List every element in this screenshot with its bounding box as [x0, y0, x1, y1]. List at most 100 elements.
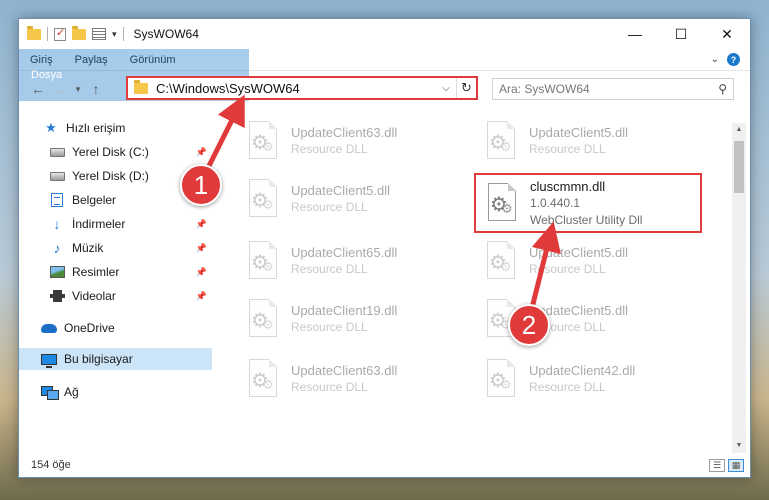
download-icon: ↓	[53, 216, 61, 232]
file-item-highlighted[interactable]: ⚙ ⚙ cluscmmn.dll 1.0.440.1 WebCluster Uti…	[474, 173, 702, 233]
large-icons-view-icon[interactable]: ▦	[728, 459, 744, 472]
window-title: SysWOW64	[133, 27, 199, 41]
chevron-down-icon[interactable]: ▾	[112, 29, 117, 40]
sidebar-item-label: Resimler	[72, 265, 120, 279]
file-type: Resource DLL	[291, 320, 368, 334]
sidebar-item-label: İndirmeler	[72, 217, 126, 231]
dll-file-icon: ⚙ ⚙	[245, 297, 281, 341]
address-path[interactable]: C:\Windows\SysWOW64	[156, 81, 436, 96]
chevron-down-icon[interactable]: ⌵	[436, 83, 456, 94]
address-bar[interactable]: C:\Windows\SysWOW64 ⌵ ↻	[126, 76, 478, 100]
file-type: Resource DLL	[291, 142, 368, 156]
dll-file-icon: ⚙ ⚙	[245, 177, 281, 221]
new-folder-icon[interactable]	[72, 25, 86, 40]
sidebar-item-videos[interactable]: Videolar 📌	[19, 285, 212, 307]
sidebar-item-pictures[interactable]: Resimler 📌	[19, 261, 212, 283]
file-type: Resource DLL	[291, 262, 368, 276]
file-item[interactable]: ⚙ ⚙ UpdateClient19.dll Resource DLL	[237, 293, 467, 345]
dll-file-icon: ⚙ ⚙	[483, 239, 519, 283]
sidebar-item-label: Yerel Disk (D:)	[72, 169, 149, 183]
videos-icon	[49, 289, 65, 303]
divider	[47, 27, 48, 41]
file-type: Resource DLL	[529, 142, 606, 156]
recent-locations-icon[interactable]: ▾	[71, 84, 85, 95]
forward-arrow-icon[interactable]: →	[49, 81, 71, 97]
folder-icon	[134, 79, 148, 94]
file-type: Resource DLL	[291, 380, 368, 394]
scroll-up-icon[interactable]: ▲	[732, 123, 746, 137]
dll-file-icon: ⚙ ⚙	[483, 357, 519, 401]
refresh-icon[interactable]: ↻	[456, 78, 476, 98]
file-name: UpdateClient65.dll	[291, 245, 398, 260]
sidebar-item-label: OneDrive	[64, 321, 115, 335]
dll-file-icon: ⚙ ⚙	[245, 239, 281, 283]
file-item[interactable]: ⚙ ⚙ UpdateClient5.dll Resource DLL	[237, 173, 467, 225]
folder-icon	[27, 25, 41, 40]
divider	[122, 27, 124, 41]
file-type: Resource DLL	[529, 262, 606, 276]
minimize-button[interactable]: —	[612, 19, 658, 49]
search-icon: ⚲	[718, 82, 727, 96]
disk-icon	[49, 169, 65, 183]
sidebar-item-music[interactable]: ♪ Müzik 📌	[19, 237, 212, 259]
file-item[interactable]: ⚙ ⚙ UpdateClient63.dll Resource DLL	[237, 353, 467, 405]
annotation-badge-2: 2	[508, 304, 550, 346]
file-name: cluscmmn.dll	[530, 178, 606, 194]
pictures-icon	[49, 265, 65, 279]
details-view-icon[interactable]: ☰	[709, 459, 725, 472]
navigation-pane: ★ Hızlı erişim Yerel Disk (C:) 📌 Yerel D…	[19, 115, 212, 455]
documents-icon	[49, 193, 65, 207]
dll-file-icon: ⚙ ⚙	[483, 119, 519, 163]
sidebar-item-label: Videolar	[72, 289, 116, 303]
vertical-scrollbar[interactable]: ▲ ▼	[732, 123, 746, 453]
file-item[interactable]: ⚙ ⚙ UpdateClient5.dll Resource DLL	[475, 115, 705, 167]
sidebar-item-onedrive[interactable]: OneDrive	[19, 317, 212, 339]
scroll-thumb[interactable]	[734, 141, 744, 193]
navigation-bar: ← → ▾ ↑ C:\Windows\SysWOW64 ⌵ ↻ Ara: Sys…	[19, 71, 750, 107]
pin-icon: 📌	[195, 290, 207, 301]
sidebar-item-label: Ağ	[64, 385, 79, 399]
sidebar-item-downloads[interactable]: ↓ İndirmeler 📌	[19, 213, 212, 235]
file-item[interactable]: ⚙ ⚙ UpdateClient5.dll Resource DLL	[475, 235, 705, 287]
file-name: UpdateClient5.dll	[529, 125, 629, 140]
sidebar-item-network[interactable]: Ağ	[19, 381, 212, 403]
sidebar-item-this-pc[interactable]: Bu bilgisayar	[19, 348, 212, 370]
sidebar-item-quick-access[interactable]: ★ Hızlı erişim	[19, 117, 212, 139]
file-name: UpdateClient63.dll	[291, 125, 398, 140]
dll-file-icon: ⚙ ⚙	[245, 119, 281, 163]
annotation-badge-1: 1	[180, 164, 222, 206]
properties-icon[interactable]	[54, 26, 66, 41]
file-type: Resource DLL	[291, 200, 368, 214]
file-name: UpdateClient42.dll	[529, 363, 636, 378]
file-item[interactable]: ⚙ ⚙ UpdateClient42.dll Resource DLL	[475, 353, 705, 405]
help-icon[interactable]: ?	[727, 53, 740, 66]
scroll-down-icon[interactable]: ▼	[732, 439, 746, 453]
customize-icon[interactable]	[92, 28, 106, 40]
item-count: 154 öğe	[31, 459, 71, 471]
file-item[interactable]: ⚙ ⚙ UpdateClient65.dll Resource DLL	[237, 235, 467, 287]
up-arrow-icon[interactable]: ↑	[85, 81, 107, 97]
file-item[interactable]: ⚙ ⚙ UpdateClient63.dll Resource DLL	[237, 115, 467, 167]
ribbon-right: ⌄ ?	[711, 49, 750, 70]
quick-access-toolbar: ▾	[19, 25, 124, 41]
file-description: WebCluster Utility Dll	[530, 212, 643, 227]
disk-icon	[49, 145, 65, 159]
dll-file-icon: ⚙ ⚙	[245, 357, 281, 401]
sidebar-item-label: Belgeler	[72, 193, 117, 207]
sidebar-item-label: Hızlı erişim	[66, 121, 126, 135]
ribbon-tabs: Dosya Giriş Paylaş Görünüm ⌄ ?	[19, 49, 750, 101]
file-version: 1.0.440.1	[530, 195, 581, 210]
maximize-button[interactable]: ☐	[658, 19, 704, 49]
dll-file-icon: ⚙ ⚙	[484, 181, 520, 225]
search-box[interactable]: Ara: SysWOW64 ⚲	[492, 78, 734, 100]
expand-ribbon-icon[interactable]: ⌄	[711, 54, 719, 65]
close-button[interactable]: ✕	[704, 19, 750, 49]
onedrive-icon	[41, 321, 57, 335]
search-input[interactable]: Ara: SysWOW64	[499, 82, 718, 96]
sidebar-item-local-disk-c[interactable]: Yerel Disk (C:) 📌	[19, 141, 212, 163]
view-buttons: ☰ ▦	[709, 459, 744, 472]
pin-icon: 📌	[195, 266, 207, 277]
pin-icon: 📌	[195, 218, 207, 229]
computer-icon	[41, 352, 57, 368]
back-arrow-icon[interactable]: ←	[27, 81, 49, 97]
